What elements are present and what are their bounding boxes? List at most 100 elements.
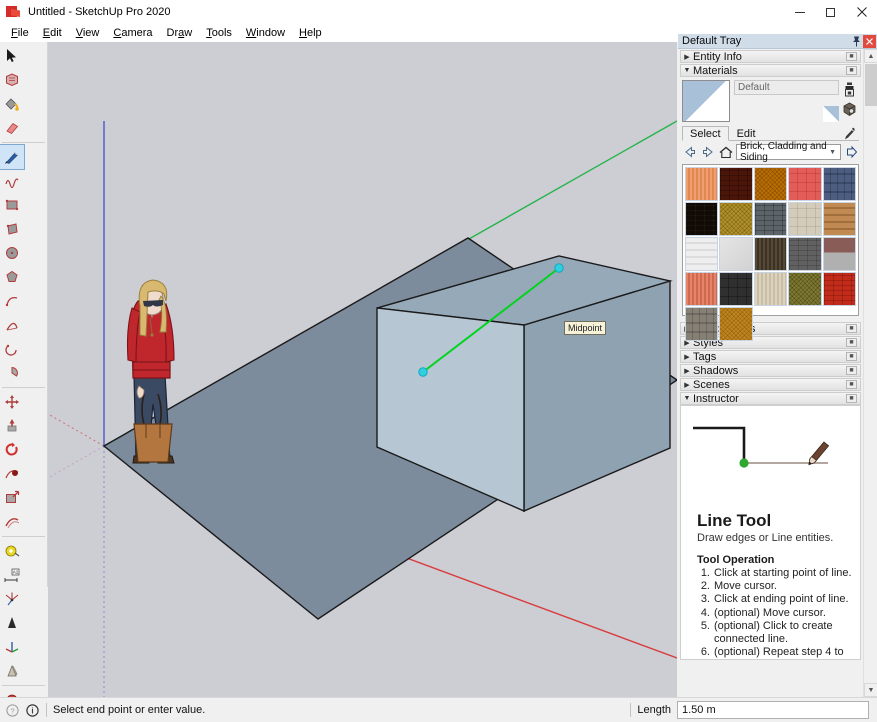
panel-menu-button-components[interactable]: ■ xyxy=(846,324,857,333)
menu-camera[interactable]: Camera xyxy=(106,26,159,40)
scroll-up-icon[interactable]: ▲ xyxy=(864,49,877,63)
details-arrow-icon[interactable] xyxy=(844,145,859,160)
panel-header-instructor[interactable]: ▼ Instructor ■ xyxy=(680,392,861,405)
three-d-text-tool[interactable] xyxy=(0,659,24,683)
tray-close-icon[interactable] xyxy=(863,34,876,48)
brick-cladding-10[interactable] xyxy=(822,202,856,236)
brick-cladding-17[interactable] xyxy=(719,272,753,306)
material-name-field[interactable]: Default xyxy=(734,80,839,95)
default-material-swatch[interactable] xyxy=(682,80,730,122)
menu-draw[interactable]: Draw xyxy=(160,26,200,40)
create-material-icon[interactable] xyxy=(841,101,857,117)
back-arrow-icon[interactable] xyxy=(682,145,697,160)
scrollbar-thumb[interactable] xyxy=(865,64,877,106)
rotated-rectangle-tool[interactable] xyxy=(0,217,24,241)
brick-cladding-09[interactable] xyxy=(788,202,822,236)
brick-cladding-11[interactable] xyxy=(685,237,719,271)
text-tool[interactable] xyxy=(0,611,24,635)
brick-cladding-15[interactable] xyxy=(822,237,856,271)
freehand-tool[interactable] xyxy=(0,169,24,193)
brick-cladding-13[interactable] xyxy=(753,237,788,271)
tab-edit[interactable]: Edit xyxy=(729,126,764,140)
tape-measure-tool[interactable] xyxy=(0,539,24,563)
forward-arrow-icon[interactable] xyxy=(700,145,715,160)
push-pull-tool[interactable] xyxy=(0,414,24,438)
panel-header-materials[interactable]: ▼ Materials ■ xyxy=(680,64,861,77)
rectangle-tool[interactable] xyxy=(0,193,24,217)
panel-header-entity-info[interactable]: ▶ Entity Info ■ xyxy=(680,50,861,63)
brick-cladding-06[interactable] xyxy=(685,202,719,236)
axes-tool[interactable] xyxy=(0,635,24,659)
dimension-tool[interactable]: A1 xyxy=(0,563,24,587)
menu-window[interactable]: Window xyxy=(239,26,292,40)
model-scene xyxy=(48,120,677,697)
eyedropper-icon[interactable] xyxy=(841,126,857,141)
brick-cladding-02[interactable] xyxy=(719,167,753,201)
make-component-tool[interactable] xyxy=(0,68,24,92)
panel-menu-button-instructor[interactable]: ■ xyxy=(846,394,857,403)
window-title: Untitled - SketchUp Pro 2020 xyxy=(28,6,171,18)
brick-cladding-14[interactable] xyxy=(788,237,822,271)
home-icon[interactable] xyxy=(718,145,733,160)
two-point-arc-tool[interactable] xyxy=(0,313,24,337)
follow-me-tool[interactable] xyxy=(0,462,24,486)
select-tool[interactable] xyxy=(0,44,24,68)
brick-cladding-12[interactable] xyxy=(719,237,753,271)
paint-can-icon[interactable] xyxy=(841,81,857,97)
pin-icon[interactable] xyxy=(850,35,863,48)
help-circle-icon[interactable]: ? xyxy=(4,702,20,718)
arc-tool[interactable] xyxy=(0,289,24,313)
brick-cladding-22[interactable] xyxy=(719,307,753,341)
brick-cladding-08[interactable] xyxy=(753,202,788,236)
tab-select[interactable]: Select xyxy=(682,126,729,141)
panel-menu-button-scenes[interactable]: ■ xyxy=(846,380,857,389)
brick-cladding-18[interactable] xyxy=(753,272,788,306)
panel-header-tags[interactable]: ▶ Tags ■ xyxy=(680,350,861,363)
panel-menu-button-styles[interactable]: ■ xyxy=(846,338,857,347)
protractor-tool[interactable] xyxy=(0,587,24,611)
panel-menu-button-shadows[interactable]: ■ xyxy=(846,366,857,375)
menu-view[interactable]: View xyxy=(69,26,107,40)
panel-menu-button-materials[interactable]: ■ xyxy=(846,66,857,75)
material-preview-swatch xyxy=(823,106,839,122)
panel-menu-button-entity-info[interactable]: ■ xyxy=(846,52,857,61)
brick-cladding-21[interactable] xyxy=(685,307,719,341)
brick-cladding-01[interactable] xyxy=(685,167,719,201)
menu-help[interactable]: Help xyxy=(292,26,329,40)
brick-cladding-07[interactable] xyxy=(719,202,753,236)
paint-bucket-tool[interactable] xyxy=(0,92,24,116)
close-button[interactable] xyxy=(846,0,877,24)
info-circle-icon[interactable]: i xyxy=(24,702,40,718)
line-tool[interactable] xyxy=(0,144,25,170)
panel-menu-button-tags[interactable]: ■ xyxy=(846,352,857,361)
offset-tool[interactable] xyxy=(0,510,24,534)
rotate-tool[interactable] xyxy=(0,438,24,462)
material-library-select[interactable]: Brick, Cladding and Siding ▼ xyxy=(736,141,841,163)
menu-edit[interactable]: Edit xyxy=(36,26,69,40)
polygon-tool[interactable] xyxy=(0,265,24,289)
pie-tool[interactable] xyxy=(0,361,24,385)
move-tool[interactable] xyxy=(0,390,24,414)
brick-cladding-20[interactable] xyxy=(822,272,856,306)
brick-cladding-04[interactable] xyxy=(788,167,822,201)
tray-panels: ▶ Entity Info ■ ▼ Materials ■ Default Se… xyxy=(678,49,863,697)
menu-file[interactable]: FFileile xyxy=(4,26,36,40)
model-viewport[interactable]: Midpoint xyxy=(48,42,677,697)
scroll-down-icon[interactable]: ▼ xyxy=(864,683,877,697)
eraser-tool[interactable] xyxy=(0,116,24,140)
brick-cladding-19[interactable] xyxy=(788,272,822,306)
minimize-button[interactable] xyxy=(784,0,815,24)
brick-cladding-16[interactable] xyxy=(685,272,719,306)
scale-tool[interactable] xyxy=(0,486,24,510)
brick-cladding-03[interactable] xyxy=(753,167,788,201)
material-swatch-grid[interactable] xyxy=(682,164,859,341)
circle-tool[interactable] xyxy=(0,241,24,265)
menu-tools[interactable]: Tools xyxy=(199,26,239,40)
panel-header-shadows[interactable]: ▶ Shadows ■ xyxy=(680,364,861,377)
tray-scrollbar[interactable]: ▲ ▼ xyxy=(863,49,877,697)
panel-header-scenes[interactable]: ▶ Scenes ■ xyxy=(680,378,861,391)
measurement-input[interactable]: 1.50 m xyxy=(677,701,869,719)
brick-cladding-05[interactable] xyxy=(822,167,856,201)
three-point-arc-tool[interactable] xyxy=(0,337,24,361)
maximize-button[interactable] xyxy=(815,0,846,24)
